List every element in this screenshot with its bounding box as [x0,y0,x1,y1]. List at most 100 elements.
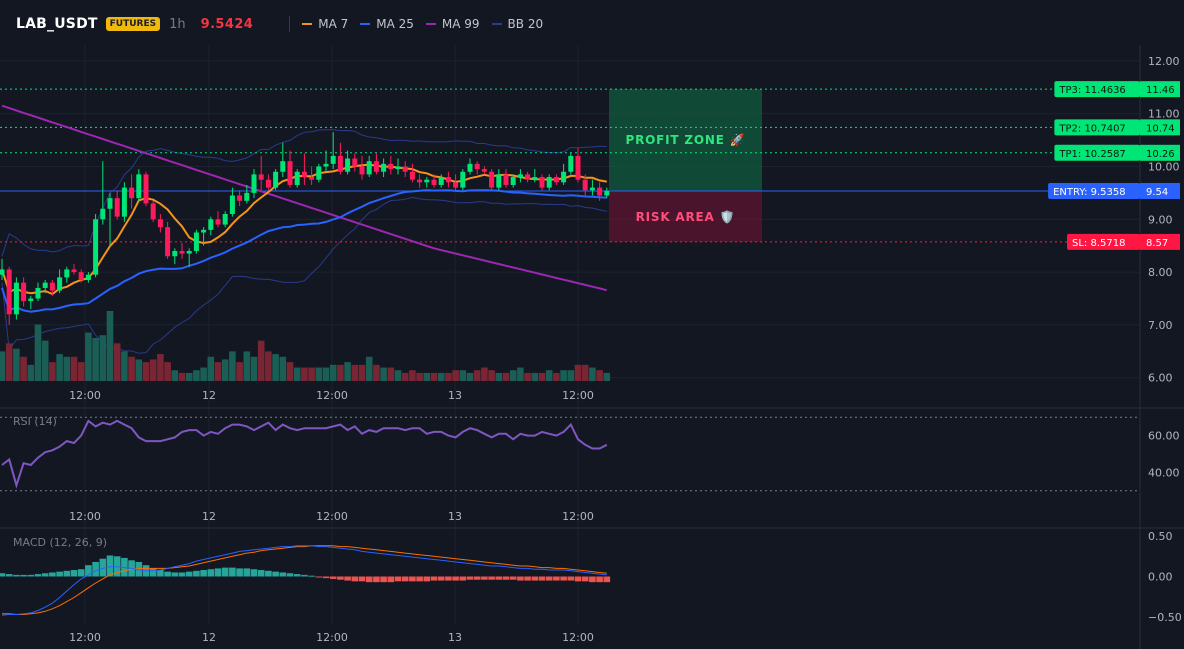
time-tick-label: 12:00 [562,631,594,644]
price-tick-label: 7.00 [1148,319,1173,332]
macd-tick-label: −0.50 [1148,611,1182,624]
candle-body [193,232,199,251]
volume-bar [373,364,380,381]
price-tick-label: 8.00 [1148,266,1173,279]
macd-histogram-bar [221,567,229,577]
volume-bar [545,370,553,381]
candle-body [337,155,343,172]
macd-histogram-bar [545,576,553,581]
macd-histogram-bar [286,573,294,577]
candle-body [237,195,243,201]
macd-histogram-bar [178,572,186,577]
grid-lines [0,45,1184,649]
candle-body [0,269,5,275]
rsi-tick-label: 40.00 [1148,466,1180,479]
volume-bar [99,335,107,381]
macd-histogram-bar [92,561,99,577]
macd-histogram-bar [41,573,49,577]
candle-body [280,161,286,172]
macd-histogram-bar [394,576,402,582]
volume-bar [452,370,459,381]
volume-bar [466,372,474,381]
macd-histogram-bar [538,576,546,581]
candle-body [215,219,221,225]
candle-body [287,161,293,185]
candle-body [186,250,192,254]
legend-label: MA 25 [376,17,414,31]
volume-bar [193,370,200,381]
candle-body [157,219,163,228]
macd-histogram-bar [531,576,539,581]
candle-body [568,155,574,172]
volume-bar [121,351,128,381]
volume-bar [250,356,258,381]
rsi-line [1,419,608,489]
legend-ma25[interactable]: MA 25 [360,17,414,31]
price-tick-label: 9.00 [1148,213,1173,226]
volume-bar [344,362,351,381]
candle-body [546,177,552,188]
candle-body [589,187,595,191]
trading-chart[interactable]: PROFIT ZONE 🚀 RISK AREA 🛡️ RSI (14) MACD … [0,0,1184,649]
symbol-name[interactable]: LAB_USDT [16,16,98,32]
volume-bar [142,362,150,381]
volume-bar [574,364,582,381]
header-divider [289,16,291,32]
candle-body [561,171,567,183]
macd-histogram-bar [567,576,575,581]
candle-body [42,282,48,288]
volume-bar [524,372,531,381]
candle-body [251,174,257,193]
volume-bar [0,351,6,381]
sl-axis-value: 8.57 [1146,238,1168,249]
tp2-tag-label: TP2: 10.7407 [1058,123,1125,134]
volume-bar [495,372,503,381]
candle-body [417,179,423,183]
rsi-title: RSI (14) [13,415,57,428]
macd-histogram-bar [70,570,78,577]
macd-histogram-bar [574,576,582,582]
candle-body [35,287,41,299]
volume-bar [394,370,402,381]
macd-pane: MACD (12, 26, 9) [0,536,611,616]
macd-histogram-bar [495,576,503,580]
macd-histogram-bar [164,571,171,577]
volume-bar [27,364,35,381]
candle-body [165,227,171,257]
volume-bar [56,354,63,381]
candle-body [301,171,307,178]
candle-body [64,269,70,278]
macd-histogram-bar [157,570,164,577]
volume-bar [351,364,359,381]
macd-histogram-bar [272,571,279,577]
legend-ma7[interactable]: MA 7 [302,17,348,31]
volume-bar [596,370,603,381]
timeframe-label[interactable]: 1h [169,17,186,32]
volume-bar [301,367,308,381]
candle-body [201,229,207,233]
candle-body [229,195,235,214]
macd-histogram-bar [315,576,323,578]
candle-body [179,250,185,254]
tp3-tag-label: TP3: 11.4636 [1058,85,1125,96]
macd-histogram-bar [149,568,157,577]
legend-bb20[interactable]: BB 20 [491,17,543,31]
legend-label: MA 7 [318,17,349,31]
volume-bar [70,356,78,381]
macd-histogram-bar [452,576,459,581]
candle-body [510,177,516,185]
macd-line [1,545,607,616]
time-tick-label: 12:00 [316,510,348,523]
time-tick-label: 12 [202,510,216,523]
volume-bar [553,372,560,381]
futures-badge: FUTURES [105,17,161,31]
macd-histogram-bar [358,576,366,582]
macd-histogram-bar [207,569,215,577]
volume-bar [581,364,589,381]
legend-ma99[interactable]: MA 99 [425,17,480,31]
candle-body [121,187,127,217]
price-tick-label: 11.00 [1148,108,1180,121]
volume-bar [387,367,395,381]
volume-bar [257,340,265,381]
candle-body [294,171,300,185]
